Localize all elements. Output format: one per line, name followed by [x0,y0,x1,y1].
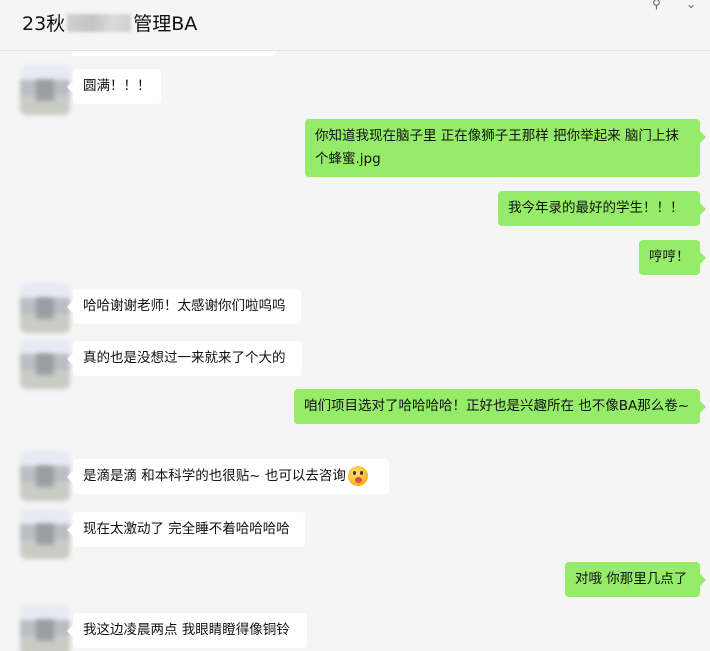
message-bubble-outgoing[interactable]: 咱们项目选对了哈哈哈哈！正好也是兴趣所在 也不像BA那么卷~ [294,389,706,424]
avatar[interactable] [20,605,70,651]
chat-header: 23秋 管理BA ⚲ ⌄ [0,0,710,51]
avatar[interactable] [20,451,70,501]
message-bubble-outgoing[interactable]: 对哦 你那里几点了 [565,562,706,597]
message-text: 圆满！！！ [83,78,151,94]
message-text: 咱们项目选对了哈哈哈哈！正好也是兴趣所在 也不像BA那么卷~ [304,398,690,414]
blurred-name [67,13,132,32]
message-bubble-outgoing[interactable]: 我今年录的最好的学生！！！ [498,191,706,226]
chat-title-prefix: 23秋 [22,13,66,35]
message-bubble-incoming[interactable]: 是滴是滴 和本科学的也很贴~ 也可以去咨询 [67,459,389,494]
message-text: 我今年录的最好的学生！！！ [508,200,684,216]
message-text: 我这边凌晨两点 我眼睛瞪得像铜铃 [83,622,290,638]
message-text: 真的也是没想过一来就来了个大的 [83,350,286,366]
message-text: 现在太激动了 完全睡不着哈哈哈哈 [83,521,290,537]
message-text: 对哦 你那里几点了 [575,571,688,587]
message-bubble-incoming[interactable]: 哈哈谢谢老师！太感谢你们啦呜呜 [67,289,301,324]
message-text: 是滴是滴 和本科学的也很贴~ 也可以去咨询 [83,468,346,484]
pin-icon[interactable]: ⚲ [652,0,661,11]
message-text: 哈哈谢谢老师！太感谢你们啦呜呜 [83,298,286,314]
avatar[interactable] [20,65,70,115]
chat-title-suffix: 管理BA [133,13,198,35]
avatar[interactable] [20,509,70,559]
message-bubble-outgoing[interactable]: 你知道我现在脑子里 正在像狮子王那样 把你举起来 脑门上抹个蜂蜜.jpg [305,119,706,177]
message-list[interactable]: 圆满！！！ 你知道我现在脑子里 正在像狮子王那样 把你举起来 脑门上抹个蜂蜜.j… [0,51,710,651]
message-bubble-incoming[interactable]: 真的也是没想过一来就来了个大的 [67,341,302,376]
message-bubble-incoming[interactable]: 圆满！！！ [67,69,161,104]
message-bubble-outgoing[interactable]: 哼哼！ [639,240,706,275]
surprised-emoji-icon [347,466,368,486]
message-bubble-incoming[interactable]: 我这边凌晨两点 我眼睛瞪得像铜铃 [67,613,307,648]
more-icon[interactable]: ⌄ [686,0,696,11]
chat-title: 23秋 管理BA [22,9,197,36]
message-bubble-incoming[interactable]: 现在太激动了 完全睡不着哈哈哈哈 [67,512,305,547]
previous-message-edge [72,51,275,56]
message-text: 你知道我现在脑子里 正在像狮子王那样 把你举起来 脑门上抹个蜂蜜.jpg [315,128,679,167]
message-text: 哼哼！ [649,249,690,265]
avatar[interactable] [20,283,70,333]
avatar[interactable] [20,339,70,389]
